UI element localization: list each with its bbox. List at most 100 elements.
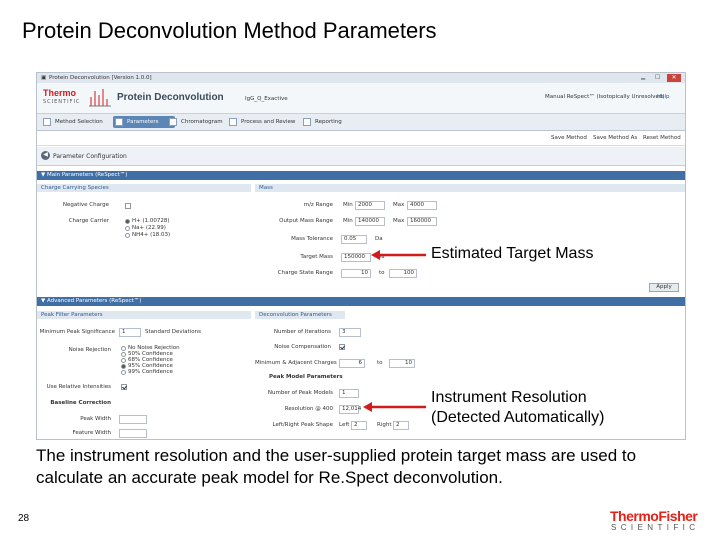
annotation-resolution-line1: Instrument Resolution (431, 389, 587, 406)
charge-state-range-label: Charge State Range (277, 270, 333, 276)
back-arrow-icon[interactable]: ◀ (41, 151, 50, 160)
page-icon (229, 118, 237, 126)
tab-label: Parameters (127, 119, 159, 125)
output-max-input[interactable]: 160000 (407, 217, 437, 226)
logo-subtitle: SCIENTIFIC (611, 523, 700, 532)
min-peak-significance-input[interactable]: 1 (119, 328, 141, 337)
thermo-brand: Thermo (43, 88, 77, 98)
method-file-name: IgG_Q_Exactive (245, 96, 288, 102)
output-min-input[interactable]: 140000 (355, 217, 385, 226)
scientific-brand: SCIENTIFIC (43, 99, 81, 105)
callout-arrows (363, 250, 426, 412)
number-of-iterations-label: Number of Iterations (273, 329, 331, 335)
annotation-target-mass: Estimated Target Mass (431, 245, 594, 262)
save-method-as-button[interactable]: Save Method As (593, 135, 637, 141)
charge-carrier-option: NH4+ (18.03) (132, 232, 171, 238)
page-number: 28 (18, 513, 30, 524)
baseline-correction-label: Baseline Correction (50, 400, 111, 406)
page-icon (169, 118, 177, 126)
feature-width-input[interactable] (119, 429, 147, 438)
logo-wordmark: ThermoFisher (610, 508, 698, 524)
method-action-bar: Save Method Save Method As Reset Method (37, 131, 685, 146)
help-link[interactable]: Help (657, 94, 670, 100)
parameter-configuration-bar: ◀ Parameter Configuration (37, 147, 685, 166)
negative-charge-checkbox[interactable] (125, 203, 131, 209)
collapse-icon: ▼ (41, 172, 46, 178)
left-shape-label: Left (339, 422, 350, 428)
slide-title: Protein Deconvolution Method Parameters (22, 18, 437, 43)
negative-charge-label: Negative Charge (62, 202, 109, 208)
radio-nh4-plus[interactable] (125, 233, 130, 238)
radio-na-plus[interactable] (125, 226, 130, 231)
radio-noise-option[interactable] (121, 352, 126, 357)
resolution-arrowhead (363, 402, 372, 412)
tab-reporting[interactable]: Reporting (301, 116, 365, 128)
section-title: Main Parameters (ReSpect™) (46, 172, 128, 178)
tab-parameters[interactable]: Parameters (113, 116, 175, 128)
slide-caption: The instrument resolution and the user-s… (36, 446, 637, 487)
collapse-icon: ▼ (41, 298, 46, 304)
brand-header: Thermo SCIENTIFIC Protein Deconvolution … (37, 83, 685, 114)
min-peak-significance-unit: Standard Deviations (145, 329, 201, 335)
page-icon (303, 118, 311, 126)
target-mass-arrowhead (371, 250, 380, 260)
radio-noise-option[interactable] (121, 358, 126, 363)
peak-width-input[interactable] (119, 415, 147, 424)
thermo-fisher-logo: ThermoFisher SCIENTIFIC (610, 508, 710, 534)
window-title: Protein Deconvolution [Version 1.0.0] (49, 75, 152, 81)
reset-method-button[interactable]: Reset Method (643, 135, 681, 141)
min-peak-significance-label: Minimum Peak Significance (39, 329, 115, 335)
number-of-iterations-input[interactable]: 3 (339, 328, 361, 337)
number-of-peak-models-label: Number of Peak Models (267, 390, 333, 396)
mz-min-input[interactable]: 2000 (355, 201, 385, 210)
mass-tolerance-label: Mass Tolerance (291, 236, 333, 242)
target-mass-label: Target Mass (300, 254, 333, 260)
method-type-label: Manual ReSpect™ (Isotopically Unresolved… (545, 94, 665, 100)
tab-method-selection[interactable]: Method Selection (41, 116, 119, 128)
mass-header: Mass (255, 184, 685, 192)
charge-carrier-option: Na+ (22.99) (132, 225, 166, 231)
peak-model-header: Peak Model Parameters (269, 374, 343, 380)
section-title: Advanced Parameters (ReSpect™) (46, 298, 142, 304)
mz-range-label: m/z Range (303, 202, 333, 208)
spectrum-logo-icon (89, 89, 111, 107)
charge-carrier-label: Charge Carrier (68, 218, 109, 224)
radio-noise-option[interactable] (121, 370, 126, 375)
configuration-title: Parameter Configuration (53, 153, 127, 160)
mz-max-label: Max (393, 202, 405, 208)
apply-button[interactable]: Apply (649, 283, 679, 292)
workflow-tabs: Method Selection Parameters Chromatogram… (37, 114, 685, 131)
use-relative-intensities-checkbox[interactable] (121, 384, 127, 390)
check-icon (115, 118, 123, 126)
resolution-input[interactable]: 12,014 (339, 405, 361, 414)
mz-min-label: Min (343, 202, 353, 208)
tab-chromatogram[interactable]: Chromatogram (167, 116, 235, 128)
charge-species-header: Charge Carrying Species (37, 184, 251, 192)
close-icon[interactable]: ✕ (667, 74, 681, 82)
noise-option: 99% Confidence (128, 369, 173, 375)
main-parameters-header[interactable]: ▼ Main Parameters (ReSpect™) (37, 171, 685, 180)
annotation-resolution-line2: (Detected Automatically) (431, 409, 605, 426)
radio-h-plus[interactable] (125, 219, 130, 224)
maximize-icon[interactable]: □ (655, 74, 660, 80)
minimize-icon[interactable]: ▁ (641, 74, 645, 80)
use-relative-intensities-label: Use Relative Intensities (46, 384, 111, 390)
noise-compensation-label: Noise Compensation (274, 344, 331, 350)
number-of-peak-models-input[interactable]: 1 (339, 389, 359, 398)
mz-max-input[interactable]: 4000 (407, 201, 437, 210)
save-method-button[interactable]: Save Method (551, 135, 587, 141)
feature-width-label: Feature Width (72, 430, 111, 436)
noise-rejection-label: Noise Rejection (68, 347, 111, 353)
tab-label: Process and Review (241, 119, 296, 125)
check-icon (43, 118, 51, 126)
tab-label: Chromatogram (181, 119, 223, 125)
charge-carrier-option: H+ (1.00728) (132, 218, 170, 224)
output-mass-range-label: Output Mass Range (279, 218, 333, 224)
peak-filter-header: Peak Filter Parameters (37, 311, 251, 319)
tab-process-and-review[interactable]: Process and Review (227, 116, 311, 128)
tab-label: Method Selection (55, 119, 103, 125)
radio-noise-option[interactable] (121, 346, 126, 351)
radio-noise-option[interactable] (121, 364, 126, 369)
deconvolution-params-header: Deconvolution Parameters (255, 311, 345, 319)
noise-compensation-checkbox[interactable] (339, 344, 345, 350)
